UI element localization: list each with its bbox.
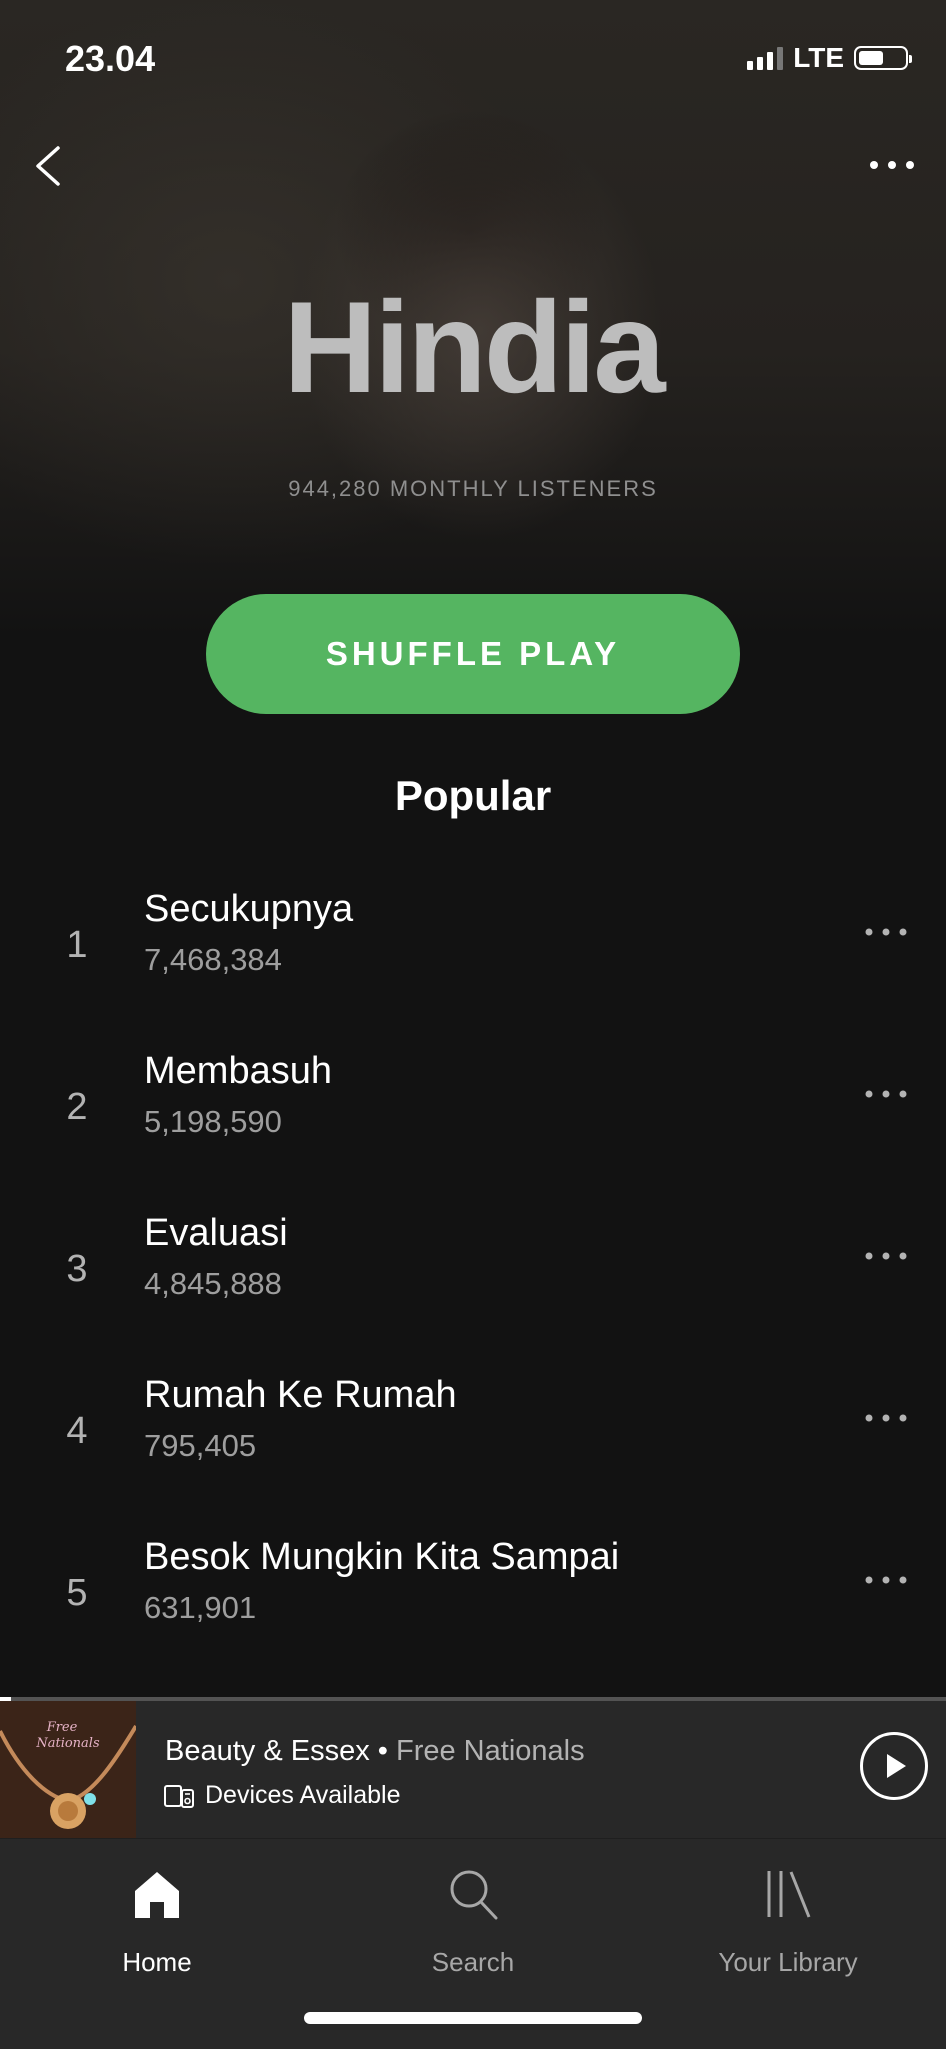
tab-your-library-label: Your Library — [718, 1947, 858, 1977]
track-title: Membasuh — [144, 1050, 332, 1092]
track-row[interactable]: 3 Evaluasi 4,845,888 — [0, 1212, 946, 1374]
status-time: 23.04 — [65, 38, 156, 79]
track-rank: 3 — [66, 1248, 88, 1290]
now-playing-title: Beauty & Essex — [165, 1735, 370, 1767]
track-more-button[interactable] — [864, 1084, 908, 1104]
back-button[interactable] — [28, 142, 72, 190]
play-button[interactable] — [860, 1732, 928, 1800]
more-horizontal-icon — [865, 1414, 907, 1422]
track-title: Rumah Ke Rumah — [144, 1374, 457, 1416]
monthly-listeners: 944,280 MONTHLY LISTENERS — [288, 476, 658, 501]
tab-home-label: Home — [122, 1947, 192, 1977]
svg-text:Nationals: Nationals — [35, 1736, 100, 1751]
play-icon — [887, 1754, 906, 1778]
battery-icon — [854, 46, 912, 70]
playback-progress-bar — [0, 1697, 946, 1701]
track-more-button[interactable] — [864, 922, 908, 942]
artist-name: Hindia — [283, 274, 665, 420]
devices-icon — [164, 1784, 194, 1808]
more-horizontal-icon — [870, 161, 914, 169]
devices-available-label: Devices Available — [205, 1781, 401, 1809]
more-horizontal-icon — [865, 1252, 907, 1260]
home-icon — [135, 1872, 179, 1918]
track-play-count: 4,845,888 — [144, 1266, 282, 1301]
now-playing-separator: • — [377, 1735, 388, 1767]
track-title: Secukupnya — [144, 888, 354, 930]
track-rank: 4 — [66, 1410, 88, 1452]
now-playing-artist: Free Nationals — [396, 1735, 585, 1767]
search-icon — [450, 1870, 498, 1920]
tab-home[interactable]: Home — [37, 1859, 277, 1979]
signal-icon — [747, 46, 784, 70]
tab-search-label: Search — [431, 1947, 515, 1977]
more-horizontal-icon — [865, 1576, 907, 1584]
devices-available-button[interactable]: Devices Available — [163, 1781, 400, 1810]
track-play-count: 5,198,590 — [144, 1104, 282, 1139]
track-row[interactable]: 5 Besok Mungkin Kita Sampai 631,901 — [0, 1536, 946, 1698]
track-play-count: 795,405 — [144, 1428, 257, 1463]
track-play-count: 7,468,384 — [144, 942, 282, 977]
track-title: Evaluasi — [144, 1212, 288, 1254]
shuffle-play-button[interactable]: SHUFFLE PLAY — [206, 594, 740, 714]
track-row[interactable]: 2 Membasuh 5,198,590 — [0, 1050, 946, 1212]
now-playing-info[interactable]: Beauty & Essex • Free Nationals — [165, 1735, 585, 1768]
network-label: LTE — [793, 42, 844, 73]
mini-player[interactable]: Free Nationals Beauty & Essex • Free Nat… — [0, 1697, 946, 1838]
track-play-count: 631,901 — [144, 1590, 257, 1625]
more-horizontal-icon — [865, 1090, 907, 1098]
artist-more-button[interactable] — [868, 150, 916, 180]
chevron-left-icon — [36, 146, 60, 186]
track-rank: 2 — [66, 1086, 88, 1128]
tab-search[interactable]: Search — [353, 1859, 593, 1979]
home-indicator — [304, 2012, 642, 2024]
album-art-image: Free Nationals — [0, 1701, 136, 1838]
track-rank: 5 — [66, 1572, 88, 1614]
track-row[interactable]: 4 Rumah Ke Rumah 795,405 — [0, 1374, 946, 1536]
status-indicators: LTE — [747, 42, 912, 74]
svg-text:Free: Free — [46, 1720, 78, 1735]
track-more-button[interactable] — [864, 1408, 908, 1428]
library-icon — [767, 1871, 811, 1918]
popular-heading: Popular — [394, 772, 552, 819]
tab-your-library[interactable]: Your Library — [668, 1859, 908, 1979]
more-horizontal-icon — [865, 928, 907, 936]
track-more-button[interactable] — [864, 1246, 908, 1266]
track-title: Besok Mungkin Kita Sampai — [144, 1536, 620, 1578]
track-row[interactable]: 1 Secukupnya 7,468,384 — [0, 888, 946, 1050]
track-more-button[interactable] — [864, 1570, 908, 1590]
album-art[interactable]: Free Nationals — [0, 1701, 136, 1838]
track-rank: 1 — [66, 924, 88, 966]
